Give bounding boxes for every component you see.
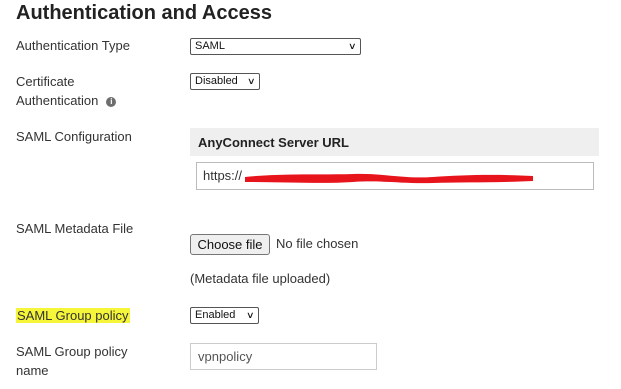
saml-group-policy-name-label: SAML Group policy name bbox=[16, 344, 128, 378]
saml-group-policy-value: Enabled bbox=[195, 309, 236, 321]
info-icon[interactable]: i bbox=[106, 97, 117, 107]
choose-file-button[interactable]: Choose file bbox=[190, 234, 270, 255]
chevron-down-icon: ∨ bbox=[348, 41, 357, 51]
file-status-text: No file chosen bbox=[276, 236, 359, 251]
redaction-mark bbox=[245, 173, 533, 184]
section-title: Authentication and Access bbox=[16, 2, 272, 24]
saml-group-policy-select[interactable]: Enabled ∨ bbox=[190, 307, 259, 324]
cert-auth-select[interactable]: Disabled ∨ bbox=[190, 73, 260, 90]
group-policy-name-input[interactable]: vpnpolicy bbox=[190, 343, 377, 370]
saml-metadata-label: SAML Metadata File bbox=[16, 221, 134, 236]
chevron-down-icon: ∨ bbox=[246, 310, 255, 320]
chevron-down-icon: ∨ bbox=[247, 76, 256, 86]
saml-config-label: SAML Configuration bbox=[16, 129, 132, 144]
cert-auth-label: Certificate Authentication i bbox=[16, 72, 117, 110]
saml-group-policy-label: SAML Group policy bbox=[16, 308, 130, 323]
cert-auth-value: Disabled bbox=[195, 75, 238, 87]
auth-type-label: Authentication Type bbox=[16, 38, 130, 53]
metadata-uploaded-note: (Metadata file uploaded) bbox=[190, 271, 331, 286]
auth-type-value: SAML bbox=[195, 40, 225, 52]
server-url-heading: AnyConnect Server URL bbox=[198, 135, 349, 150]
auth-type-select[interactable]: SAML ∨ bbox=[190, 38, 361, 55]
